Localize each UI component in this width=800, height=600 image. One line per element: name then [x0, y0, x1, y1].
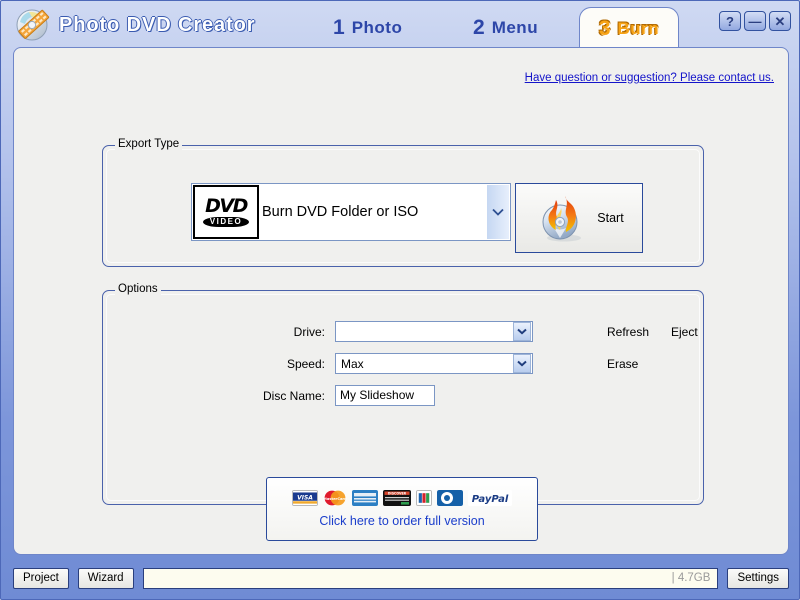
payment-methods: VISA MasterCard DISCOVER PayPal	[267, 490, 537, 506]
dvd-logo-sub: VIDEO	[202, 217, 250, 227]
mastercard-icon: MasterCard	[323, 490, 347, 506]
title-bar: Photo DVD Creator 1 Photo 2 Menu 3 Burn …	[1, 1, 800, 49]
project-button[interactable]: Project	[13, 567, 69, 589]
speed-label: Speed:	[286, 357, 325, 371]
export-type-group: Export Type DVD VIDEO Burn DVD Folder or…	[102, 138, 704, 267]
order-full-version-link[interactable]: Click here to order full version	[267, 514, 537, 528]
drive-row: Drive: Refresh Eject	[103, 321, 703, 343]
application-window: Photo DVD Creator 1 Photo 2 Menu 3 Burn …	[0, 0, 800, 600]
settings-button[interactable]: Settings	[727, 567, 789, 589]
dvd-video-logo: DVD VIDEO	[193, 185, 259, 239]
jcb-icon	[416, 490, 432, 506]
svg-text:DISCOVER: DISCOVER	[388, 491, 407, 495]
drive-combobox[interactable]	[335, 321, 533, 342]
amex-icon	[352, 490, 378, 506]
svg-text:PayPal: PayPal	[472, 494, 509, 505]
minimize-button[interactable]: —	[744, 11, 766, 31]
wizard-button[interactable]: Wizard	[77, 567, 134, 589]
discover-icon: DISCOVER	[383, 490, 411, 506]
visa-icon: VISA	[292, 490, 318, 506]
eject-button[interactable]: Eject	[671, 321, 698, 343]
burning-disc-icon	[542, 196, 582, 242]
order-full-version-box[interactable]: VISA MasterCard DISCOVER PayPal Click he…	[266, 477, 538, 541]
disc-name-label: Disc Name:	[262, 389, 325, 403]
chevron-down-icon[interactable]	[487, 185, 509, 239]
svg-text:VISA: VISA	[297, 494, 313, 501]
diners-club-icon	[437, 490, 463, 506]
close-button[interactable]: ✕	[769, 11, 791, 31]
refresh-button[interactable]: Refresh	[607, 321, 649, 343]
app-title: Photo DVD Creator	[59, 14, 256, 36]
start-burn-button[interactable]: Start	[515, 183, 643, 253]
start-button-label: Start	[597, 211, 624, 225]
tab-burn-label: Burn	[617, 18, 660, 38]
erase-button[interactable]: Erase	[607, 353, 638, 375]
options-group: Options Drive: Refresh Eject Speed: Max	[102, 283, 704, 505]
tab-burn[interactable]: 3 Burn	[579, 7, 679, 49]
options-group-title: Options	[115, 283, 161, 295]
chevron-down-icon[interactable]	[513, 354, 531, 373]
export-type-group-title: Export Type	[115, 138, 183, 150]
disc-name-input[interactable]: My Slideshow	[335, 385, 435, 406]
tab-menu-label: Menu	[491, 18, 539, 37]
svg-text:MasterCard: MasterCard	[323, 497, 347, 501]
tab-photo-label: Photo	[351, 18, 403, 37]
disc-filmstrip-icon	[16, 9, 50, 41]
export-type-value: Burn DVD Folder or ISO	[262, 204, 419, 220]
tab-photo[interactable]: 1 Photo	[319, 9, 416, 47]
chevron-down-icon[interactable]	[513, 322, 531, 341]
speed-row: Speed: Max Erase	[103, 353, 703, 375]
dvd-logo-word: DVD	[205, 195, 248, 217]
window-controls: ? — ✕	[719, 11, 791, 31]
speed-combobox[interactable]: Max	[335, 353, 533, 374]
tab-photo-number: 1	[333, 16, 345, 39]
drive-label: Drive:	[293, 325, 325, 339]
speed-value: Max	[341, 356, 364, 371]
export-type-combobox[interactable]: DVD VIDEO Burn DVD Folder or ISO	[191, 183, 511, 241]
disc-capacity-progressbar: | 4.7GB	[142, 567, 719, 589]
paypal-icon: PayPal	[468, 490, 512, 506]
disc-capacity-label: | 4.7GB	[671, 571, 711, 584]
tab-burn-number: 3	[598, 16, 611, 40]
status-bar: Project Wizard | 4.7GB Settings	[13, 565, 789, 591]
tab-menu-number: 2	[473, 16, 485, 39]
tab-menu[interactable]: 2 Menu	[459, 9, 552, 47]
contact-us-link[interactable]: Have question or suggestion? Please cont…	[525, 72, 774, 84]
help-button[interactable]: ?	[719, 11, 741, 31]
content-panel: Have question or suggestion? Please cont…	[13, 47, 789, 555]
disc-name-row: Disc Name: My Slideshow	[103, 385, 703, 407]
